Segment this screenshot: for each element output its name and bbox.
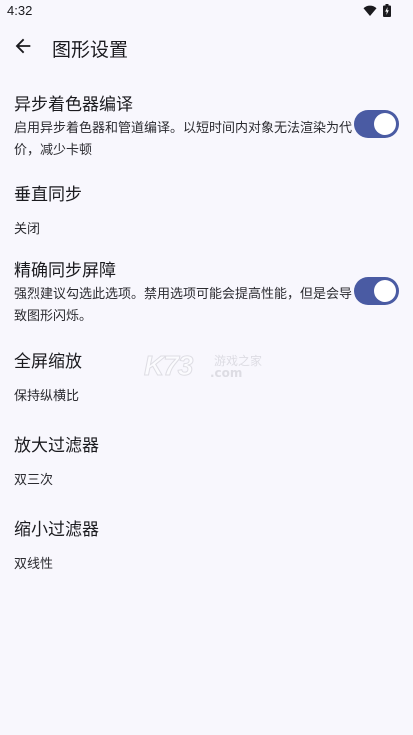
setting-min-filter[interactable]: 缩小过滤器 双线性 bbox=[0, 508, 413, 578]
setting-vsync[interactable]: 垂直同步 关闭 bbox=[0, 172, 413, 242]
status-icons bbox=[363, 4, 391, 17]
setting-summary: 强烈建议勾选此选项。禁用选项可能会提高性能，但是会导致图形闪烁。 bbox=[14, 287, 353, 324]
accurate-sync-toggle[interactable] bbox=[354, 277, 399, 305]
setting-title: 放大过滤器 bbox=[14, 436, 99, 456]
setting-mag-filter[interactable]: 放大过滤器 双三次 bbox=[0, 424, 413, 494]
app-bar: 图形设置 bbox=[0, 22, 413, 74]
setting-accurate-sync[interactable]: 精确同步屏障 强烈建议勾选此选项。禁用选项可能会提高性能，但是会导致图形闪烁。 bbox=[0, 250, 413, 334]
status-time: 4:32 bbox=[7, 3, 33, 18]
toggle-thumb bbox=[374, 113, 396, 135]
setting-title: 缩小过滤器 bbox=[14, 520, 99, 540]
setting-title: 全屏缩放 bbox=[14, 352, 82, 372]
setting-title: 异步着色器编译 bbox=[14, 95, 133, 115]
setting-summary: 启用异步着色器和管道编译。以短时间内对象无法渲染为代价，减少卡顿 bbox=[14, 121, 353, 158]
watermark-logo: K73 游戏之家 .com bbox=[143, 350, 274, 384]
async-shader-toggle[interactable] bbox=[354, 110, 399, 138]
setting-async-shader[interactable]: 异步着色器编译 启用异步着色器和管道编译。以短时间内对象无法渲染为代价，减少卡顿 bbox=[0, 84, 413, 168]
battery-charging-icon bbox=[383, 4, 391, 17]
toggle-thumb bbox=[374, 280, 396, 302]
setting-value: 关闭 bbox=[14, 222, 41, 237]
watermark-logo-mark: K73 bbox=[143, 350, 193, 382]
status-bar: 4:32 bbox=[0, 0, 413, 22]
setting-value: 双线性 bbox=[14, 557, 54, 572]
setting-title: 精确同步屏障 bbox=[14, 261, 116, 281]
watermark-domain: .com bbox=[210, 366, 243, 380]
setting-value: 双三次 bbox=[14, 473, 54, 488]
setting-value: 保持纵横比 bbox=[14, 389, 80, 404]
wifi-icon bbox=[363, 5, 377, 16]
page-title: 图形设置 bbox=[52, 39, 129, 61]
setting-title: 垂直同步 bbox=[14, 185, 82, 205]
arrow-left-icon[interactable] bbox=[12, 35, 34, 57]
